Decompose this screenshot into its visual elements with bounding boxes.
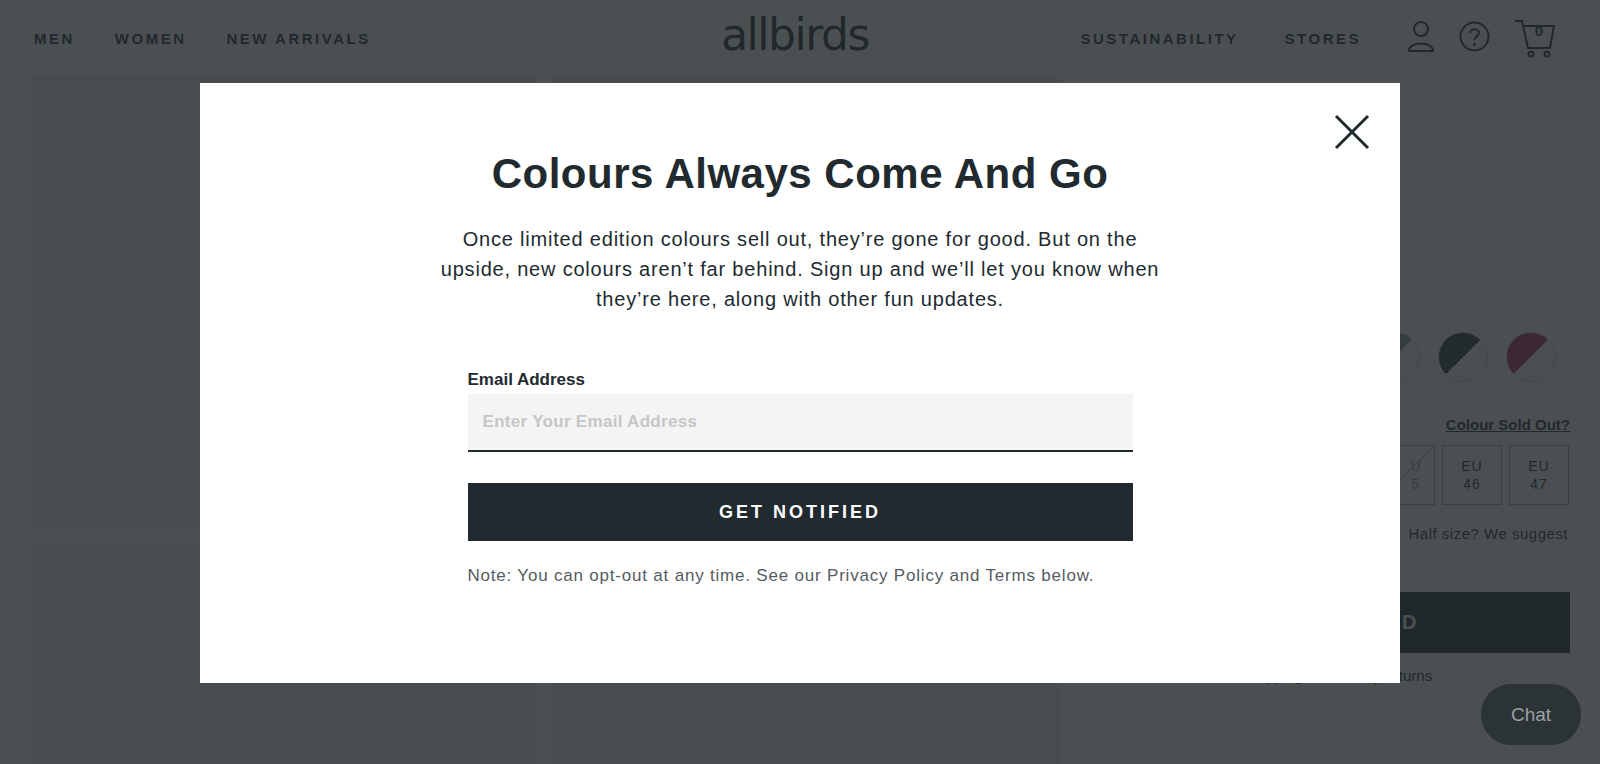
chat-button[interactable]: Chat — [1481, 684, 1581, 745]
email-input[interactable] — [468, 394, 1133, 452]
modal-title: Colours Always Come And Go — [492, 149, 1109, 199]
email-label: Email Address — [468, 370, 1133, 390]
opt-out-note: Note: You can opt-out at any time. See o… — [468, 566, 1133, 586]
get-notified-button[interactable]: GET NOTIFIED — [468, 483, 1133, 541]
signup-form: Email Address GET NOTIFIED Note: You can o… — [468, 370, 1133, 586]
modal-description: Once limited edition colours sell out, t… — [428, 224, 1173, 314]
close-icon[interactable] — [1334, 114, 1370, 150]
signup-modal: Colours Always Come And Go Once limited e… — [200, 83, 1400, 683]
